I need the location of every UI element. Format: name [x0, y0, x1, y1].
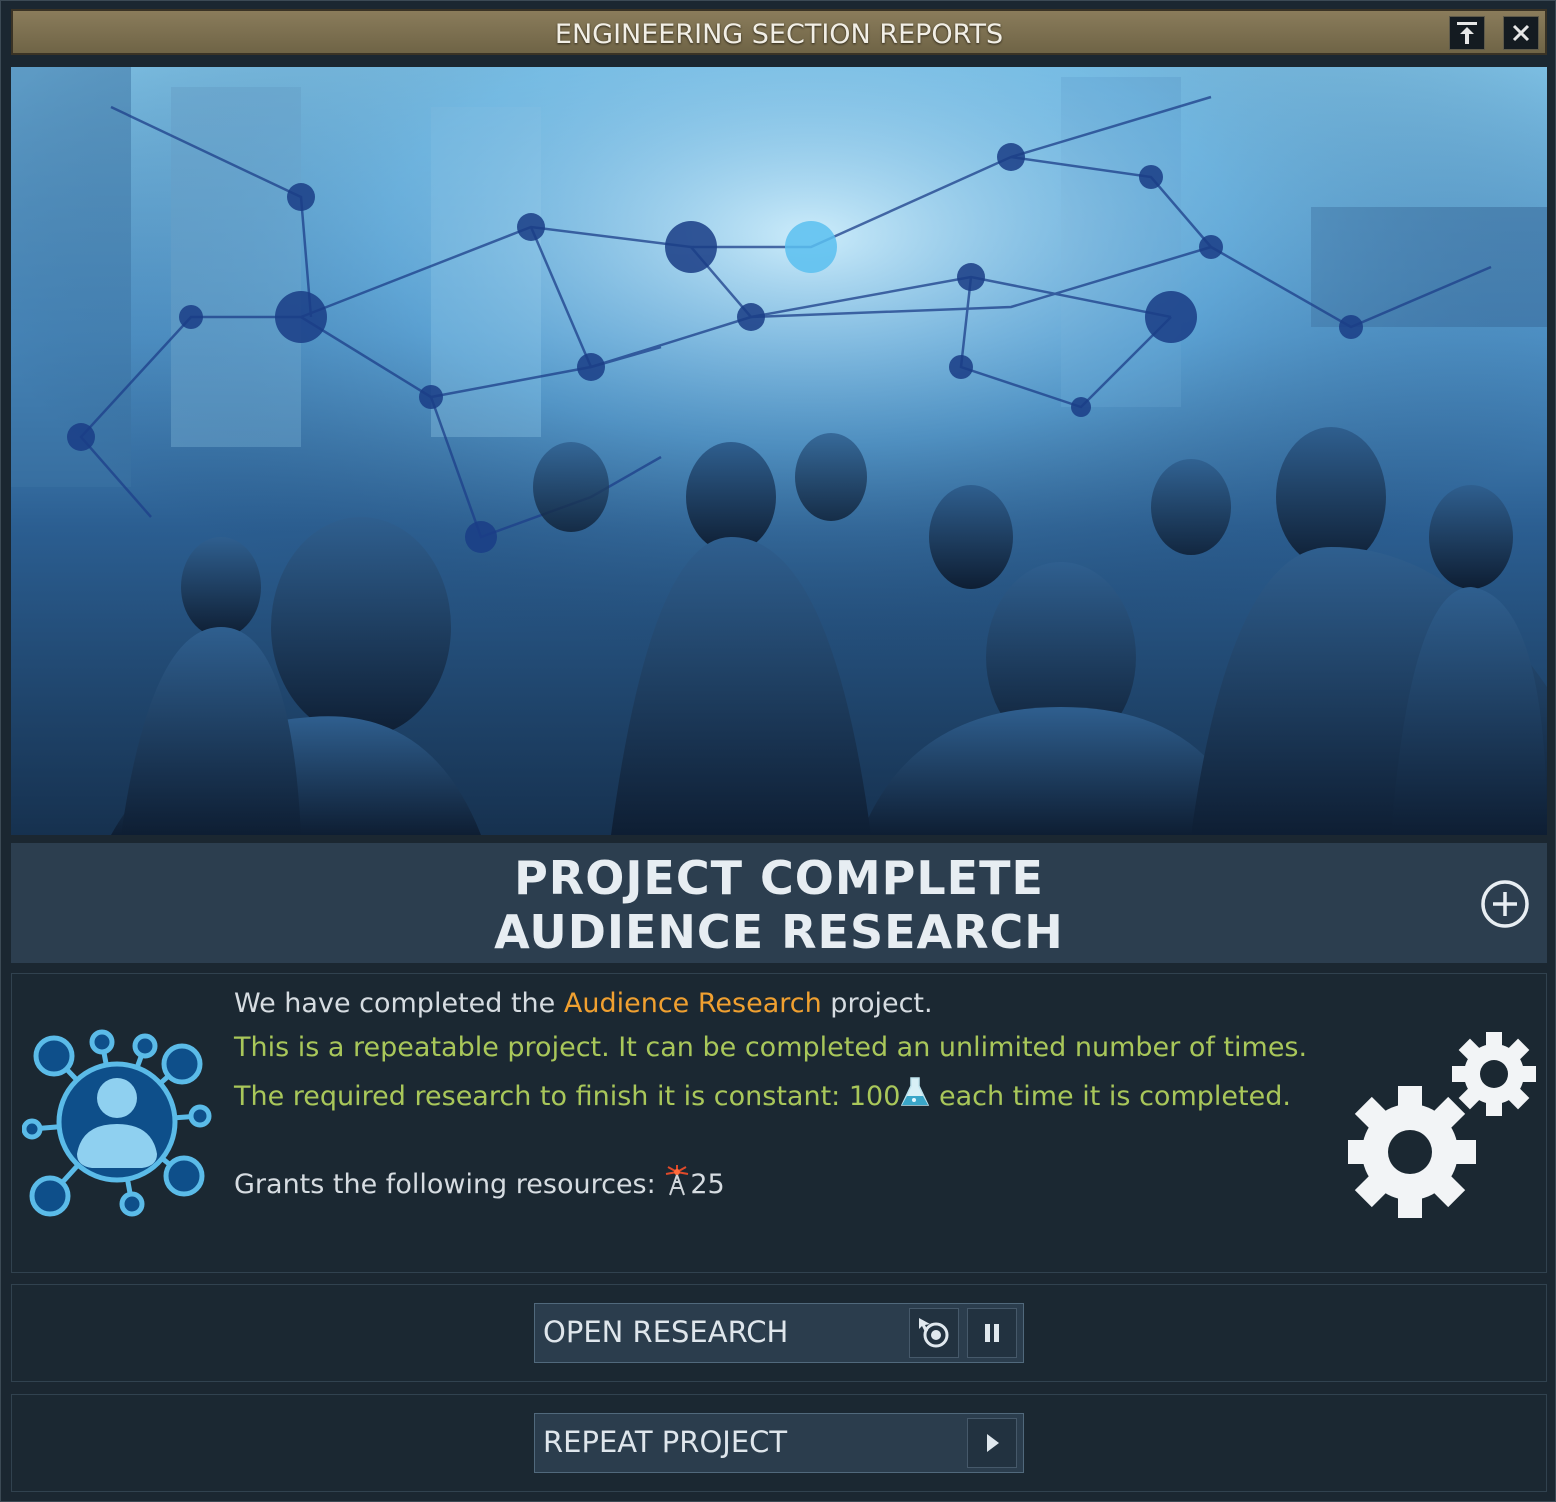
project-header: PROJECT COMPLETE AUDIENCE RESEARCH: [11, 843, 1547, 963]
open-research-row: OPEN RESEARCH: [11, 1284, 1547, 1382]
pause-icon: [985, 1324, 999, 1342]
repeat-project-row: REPEAT PROJECT: [11, 1394, 1547, 1492]
open-research-label: OPEN RESEARCH: [543, 1315, 789, 1349]
repeatable-text: This is a repeatable project. It can be …: [234, 1032, 1308, 1063]
gears-icon: [1348, 1032, 1536, 1218]
project-name-link[interactable]: Audience Research: [564, 988, 822, 1019]
window-title: ENGINEERING SECTION REPORTS: [554, 19, 1004, 50]
project-illustration: [11, 67, 1547, 835]
granted-resources-text: Grants the following resources: 25: [234, 1164, 725, 1200]
open-research-button[interactable]: OPEN RESEARCH: [534, 1303, 1024, 1363]
pin-to-top-icon: [1457, 22, 1477, 44]
close-button[interactable]: [1503, 16, 1539, 50]
header-status: PROJECT COMPLETE: [514, 851, 1044, 905]
close-icon: [1512, 24, 1530, 42]
play-icon: [987, 1434, 999, 1452]
audience-network-icon: [22, 1029, 212, 1217]
broadcast-tower-icon: [666, 1165, 689, 1196]
header-project-name: AUDIENCE RESEARCH: [494, 905, 1064, 959]
pause-research-button[interactable]: [967, 1308, 1017, 1358]
flask-icon: [901, 1077, 930, 1106]
repeat-project-label: REPEAT PROJECT: [543, 1425, 788, 1459]
research-cost-text: The required research to finish it is co…: [234, 1076, 1291, 1112]
start-repeat-button[interactable]: [967, 1418, 1017, 1468]
project-description: We have completed the Audience Research …: [11, 973, 1547, 1273]
report-window: ENGINEERING SECTION REPORTS PROJECT COMP…: [0, 0, 1556, 1502]
completion-text: We have completed the Audience Research …: [234, 988, 933, 1019]
pin-button[interactable]: [1449, 16, 1485, 50]
repeat-project-button[interactable]: REPEAT PROJECT: [534, 1413, 1024, 1473]
title-bar: ENGINEERING SECTION REPORTS: [11, 9, 1547, 55]
goto-research-button[interactable]: [909, 1308, 959, 1358]
target-cursor-icon: [919, 1318, 949, 1348]
plus-circle-icon[interactable]: [1480, 879, 1530, 929]
